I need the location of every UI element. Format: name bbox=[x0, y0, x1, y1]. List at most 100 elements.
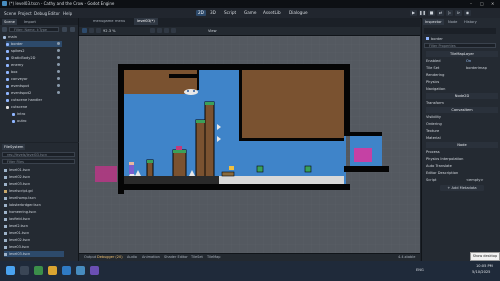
tab-audio[interactable]: Audio bbox=[127, 255, 137, 259]
movie-icon[interactable]: ◉ bbox=[464, 10, 471, 16]
close-icon[interactable]: ✕ bbox=[491, 1, 494, 6]
maximize-icon[interactable]: □ bbox=[480, 1, 484, 6]
godot-taskbar-icon[interactable] bbox=[76, 266, 85, 275]
tree-node[interactable]: outro bbox=[12, 118, 68, 124]
file-item[interactable]: leve01.tscn bbox=[4, 230, 64, 236]
tab-inspector[interactable]: Inspector bbox=[423, 19, 444, 25]
tab-history[interactable]: History bbox=[462, 19, 479, 25]
visibility-eye-icon[interactable] bbox=[57, 49, 60, 52]
play-icon[interactable]: ▶ bbox=[410, 10, 417, 16]
remote-debug-icon[interactable]: ⇄ bbox=[437, 10, 444, 16]
scene-tab-active[interactable]: level03(*) bbox=[134, 18, 158, 25]
folder-icon[interactable] bbox=[48, 266, 57, 275]
minimize-icon[interactable]: – bbox=[470, 1, 472, 6]
scene-filter-input[interactable]: Filter: Name, t:Type bbox=[9, 27, 59, 32]
tree-node[interactable]: intro bbox=[12, 111, 68, 117]
tab-node[interactable]: Node bbox=[446, 19, 459, 25]
visibility-eye-icon[interactable] bbox=[57, 56, 60, 59]
menu-debug[interactable]: Debug bbox=[34, 11, 47, 16]
tab-shader-editor[interactable]: Shader Editor bbox=[164, 255, 188, 259]
menu-editor[interactable]: Editor bbox=[48, 11, 60, 16]
file-item[interactable]: levelhomp.tscn bbox=[4, 195, 64, 201]
browser-icon[interactable] bbox=[62, 266, 71, 275]
grid-icon[interactable] bbox=[157, 28, 162, 33]
clock-time[interactable]: 10:05 PM bbox=[476, 264, 493, 268]
section-rendering[interactable]: Rendering bbox=[426, 72, 498, 78]
visibility-eye-icon[interactable] bbox=[57, 63, 60, 66]
menu-scene[interactable]: Scene bbox=[4, 11, 16, 16]
add-node-icon[interactable] bbox=[2, 27, 7, 32]
start-icon[interactable] bbox=[6, 266, 15, 275]
file-item[interactable]: lobsterbrdger.tscn bbox=[4, 202, 64, 208]
view-menu[interactable]: View bbox=[208, 29, 217, 33]
section-process[interactable]: Process bbox=[426, 149, 498, 155]
menu-help[interactable]: Help bbox=[63, 11, 72, 16]
prop-enabled[interactable]: Enabled On bbox=[426, 58, 498, 64]
workspace-2d[interactable]: 2D bbox=[196, 10, 206, 16]
tab-animation[interactable]: Animation bbox=[142, 255, 160, 259]
tree-node[interactable]: main bbox=[3, 34, 59, 40]
tree-node[interactable]: conveyor bbox=[6, 76, 62, 82]
file-item[interactable]: levelscript.gd bbox=[4, 188, 64, 194]
workspace-dialogue[interactable]: Dialogue bbox=[287, 10, 310, 16]
tree-node[interactable]: enemy bbox=[6, 62, 62, 68]
scene-tab[interactable]: menu bbox=[112, 18, 128, 25]
tab-output[interactable]: Output bbox=[84, 255, 96, 259]
visibility-eye-icon[interactable] bbox=[57, 84, 60, 87]
play-custom-icon[interactable]: ⊳ bbox=[455, 10, 462, 16]
file-item[interactable]: level2.tscn bbox=[4, 223, 64, 229]
section-editor-description[interactable]: Editor Description bbox=[426, 170, 498, 176]
prop-tileset[interactable]: Tile Set borderimap bbox=[426, 65, 498, 71]
clock-date[interactable]: 5/10/2025 bbox=[472, 270, 490, 274]
search-icon[interactable] bbox=[20, 266, 29, 275]
file-item[interactable]: level01.tscn bbox=[4, 167, 64, 173]
file-item[interactable]: level02.tscn bbox=[4, 237, 64, 243]
inspector-filter-input[interactable]: Filter Properties bbox=[424, 43, 496, 48]
prop-script[interactable]: Script <empty> bbox=[426, 177, 498, 183]
tree-node[interactable]: cutscene handler bbox=[6, 97, 62, 103]
pause-icon[interactable]: ❚❚ bbox=[419, 10, 426, 16]
file-item[interactable]: homeering.tscn bbox=[4, 209, 64, 215]
rotate-tool-icon[interactable] bbox=[96, 28, 101, 33]
file-item-selected[interactable]: level03.tscn bbox=[4, 251, 64, 257]
visibility-eye-icon[interactable] bbox=[57, 77, 60, 80]
tab-filesystem[interactable]: FileSystem bbox=[2, 144, 26, 150]
stop-icon[interactable]: ■ bbox=[428, 10, 435, 16]
tree-node[interactable]: box bbox=[6, 69, 62, 75]
select-tool-icon[interactable] bbox=[82, 28, 87, 33]
link-icon[interactable] bbox=[62, 27, 67, 32]
filesystem-filter-input[interactable]: Filter Files bbox=[2, 159, 75, 164]
section-material[interactable]: Material bbox=[426, 135, 498, 141]
app-icon[interactable] bbox=[34, 266, 43, 275]
tab-import[interactable]: Import bbox=[22, 19, 38, 25]
visibility-eye-icon[interactable] bbox=[57, 91, 60, 94]
add-metadata-button[interactable]: + Add Metadata bbox=[440, 185, 484, 191]
file-item[interactable]: leve03.tscn bbox=[4, 244, 64, 250]
language-indicator[interactable]: ENG bbox=[416, 268, 424, 272]
workspace-script[interactable]: Script bbox=[222, 10, 238, 16]
section-texture[interactable]: Texture bbox=[426, 128, 498, 134]
section-physics-interpolation[interactable]: Physics Interpolation bbox=[426, 156, 498, 162]
tab-scene[interactable]: Scene bbox=[2, 19, 17, 25]
group-icon[interactable] bbox=[171, 28, 176, 33]
tab-debugger[interactable]: Debugger (20) bbox=[97, 255, 123, 259]
lock-icon[interactable] bbox=[164, 28, 169, 33]
section-transform[interactable]: Transform bbox=[426, 100, 498, 106]
play-scene-icon[interactable]: ▷ bbox=[446, 10, 453, 16]
filesystem-path[interactable]: res://levels/level03.tscn bbox=[2, 152, 75, 157]
section-visibility[interactable]: Visibility bbox=[426, 114, 498, 120]
tab-tilemap[interactable]: TileMap bbox=[207, 255, 221, 259]
snap-icon[interactable] bbox=[150, 28, 155, 33]
section-ordering[interactable]: Ordering bbox=[426, 121, 498, 127]
section-navigation[interactable]: Navigation bbox=[426, 86, 498, 92]
tree-node[interactable]: spikes2 bbox=[6, 48, 62, 54]
visibility-eye-icon[interactable] bbox=[57, 70, 60, 73]
file-item[interactable]: lavfield.tscn bbox=[4, 216, 64, 222]
viewport-canvas[interactable] bbox=[79, 36, 420, 253]
menu-project[interactable]: Project bbox=[18, 11, 32, 16]
visibility-eye-icon[interactable] bbox=[57, 42, 60, 45]
tree-node-selected[interactable]: border bbox=[6, 41, 62, 47]
workspace-game[interactable]: Game bbox=[242, 10, 258, 16]
app-icon[interactable] bbox=[90, 266, 99, 275]
section-physics[interactable]: Physics bbox=[426, 79, 498, 85]
